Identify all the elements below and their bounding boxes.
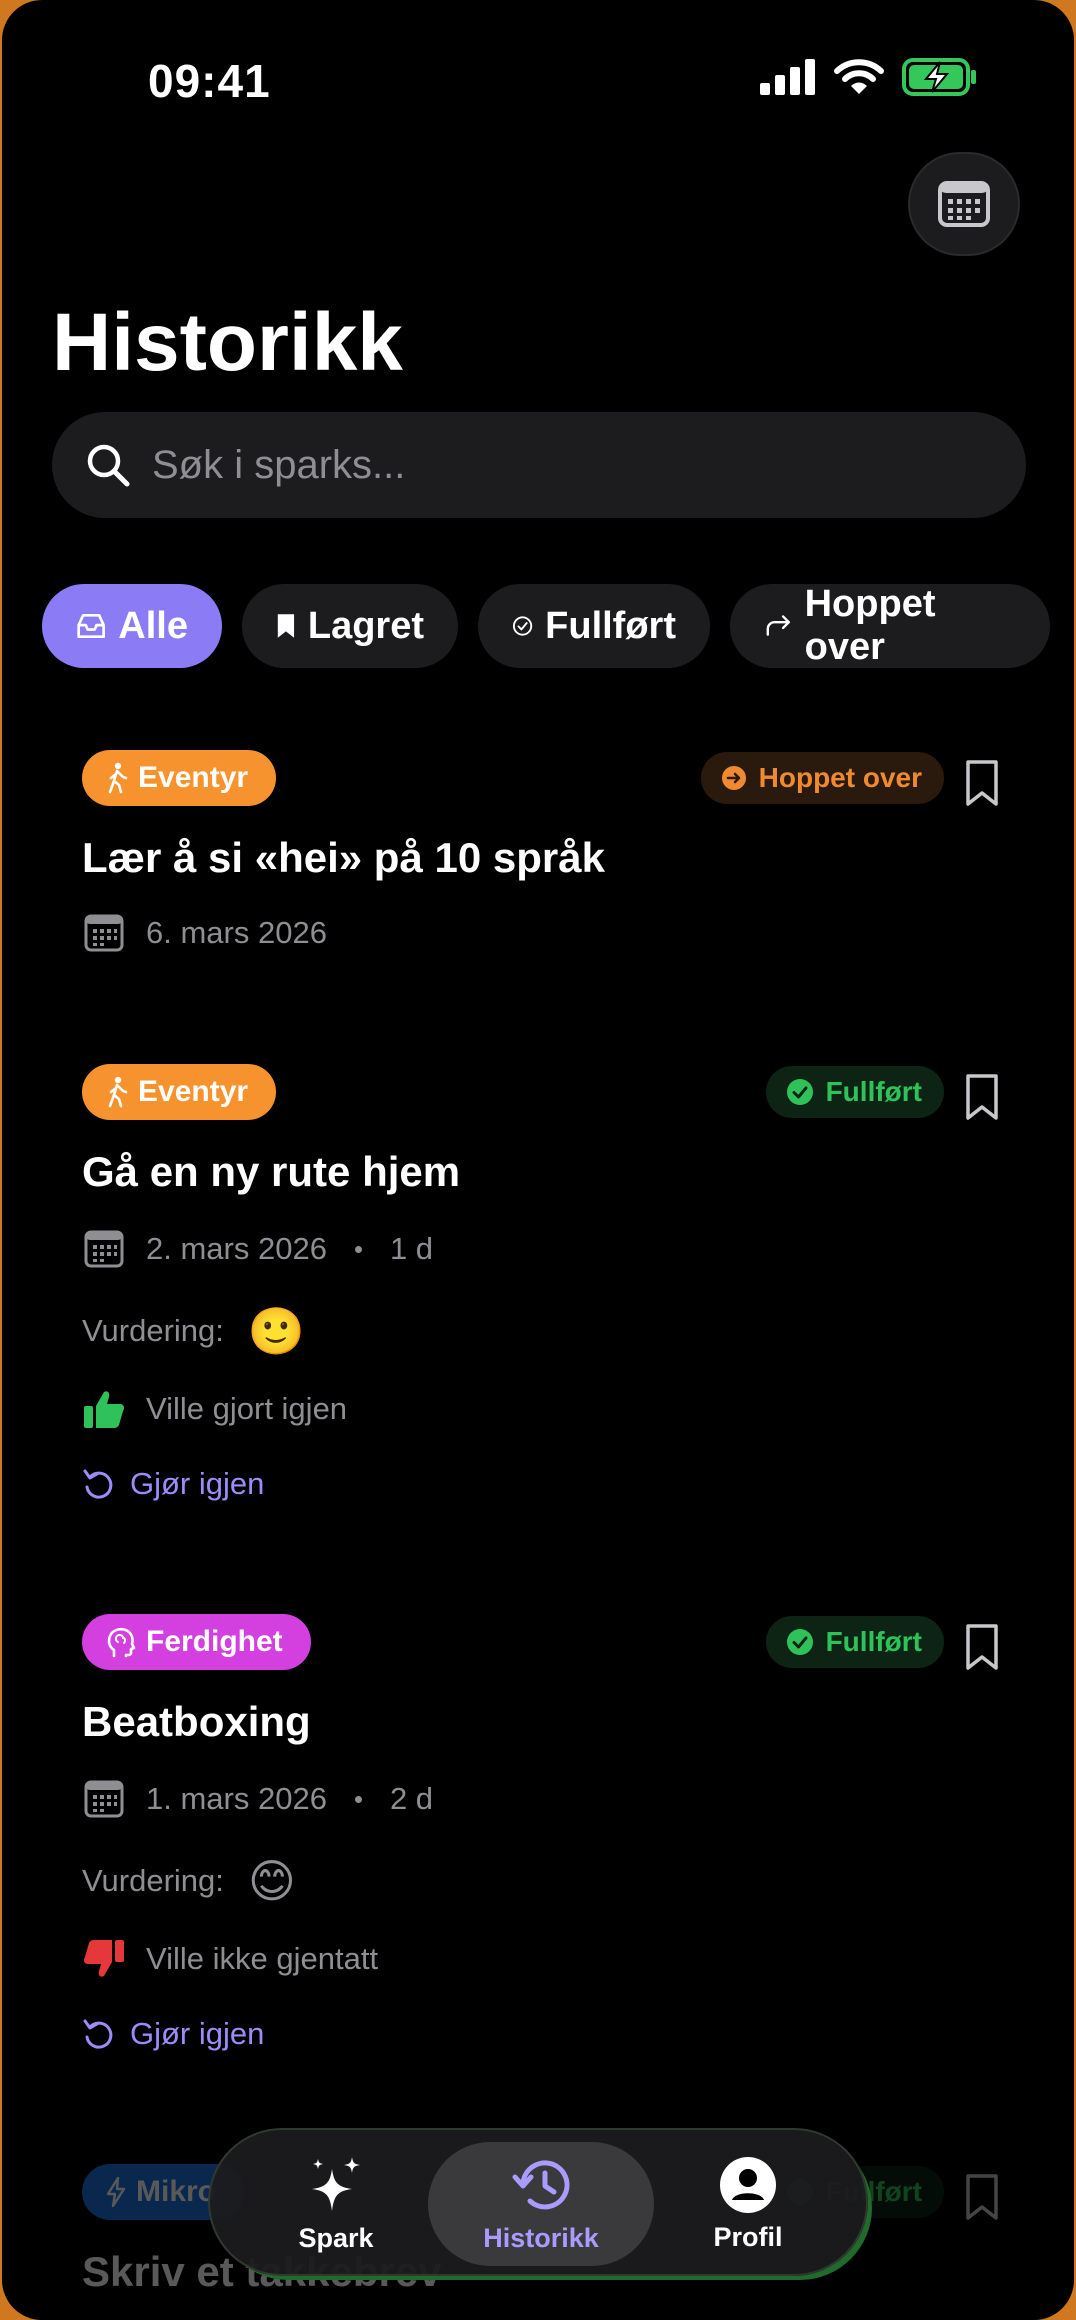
repeat-label: Ville gjort igjen bbox=[146, 1391, 348, 1426]
bookmark-outline-icon[interactable] bbox=[962, 1622, 1002, 1674]
repeat-preference: Ville ikke gjentatt bbox=[82, 1938, 378, 1980]
separator-dot bbox=[354, 1245, 362, 1253]
redo-button[interactable]: Gjør igjen bbox=[82, 1466, 264, 1502]
spark-card[interactable]: Eventyr Fullført Gå en ny rute hjem 2. m… bbox=[82, 1064, 1002, 1524]
category-label: Mikro bbox=[136, 2175, 217, 2208]
filter-chips: Alle Lagret Fullført Hoppet over bbox=[42, 583, 1050, 668]
person-circle-icon bbox=[720, 2156, 776, 2213]
card-date: 1. mars 2026 bbox=[146, 1781, 327, 1816]
filter-skipped[interactable]: Hoppet over bbox=[730, 583, 1050, 668]
filter-all[interactable]: Alle bbox=[42, 584, 222, 668]
bookmark-outline-icon[interactable] bbox=[962, 1072, 1002, 1124]
check-circle-icon bbox=[512, 616, 533, 636]
rating-label: Vurdering: bbox=[82, 1313, 224, 1348]
status-icons bbox=[760, 58, 978, 96]
battery-charging-icon bbox=[902, 58, 976, 96]
category-label: Eventyr bbox=[138, 761, 249, 794]
tab-history-label: Historikk bbox=[483, 2222, 599, 2253]
category-badge: Eventyr bbox=[82, 750, 277, 806]
search-input[interactable] bbox=[152, 442, 972, 488]
redo-label: Gjør igjen bbox=[130, 1466, 265, 1501]
status-badge: Fullført bbox=[765, 1066, 944, 1118]
separator-dot bbox=[354, 1795, 362, 1803]
walking-person-icon bbox=[108, 1076, 128, 1108]
calendar-icon bbox=[84, 914, 124, 952]
filter-completed-label: Fullført bbox=[545, 604, 676, 647]
category-badge: Ferdighet bbox=[82, 1614, 311, 1670]
filter-saved[interactable]: Lagret bbox=[242, 584, 458, 668]
repeat-preference: Ville gjort igjen bbox=[82, 1388, 347, 1430]
bookmark-outline-icon[interactable] bbox=[962, 2172, 1002, 2224]
search-bar[interactable] bbox=[52, 412, 1026, 518]
check-circle-icon bbox=[786, 1629, 813, 1655]
status-label: Hoppet over bbox=[758, 762, 922, 793]
cellular-signal-icon bbox=[760, 59, 815, 95]
walking-person-icon bbox=[108, 762, 128, 794]
app-screen: 09:41 Historikk Søk i sparks... Alle Lag… bbox=[2, 0, 1074, 2320]
rating-label: Vurdering: bbox=[82, 1863, 224, 1898]
spark-card[interactable]: Eventyr Hoppet over Lær å si «hei» på 10… bbox=[82, 750, 1002, 980]
calendar-icon bbox=[938, 181, 990, 227]
card-title: Beatboxing bbox=[82, 1698, 311, 1745]
rating-row: Vurdering: 🙂 bbox=[82, 1308, 305, 1354]
card-date: 2. mars 2026 bbox=[146, 1231, 327, 1266]
category-badge: Eventyr bbox=[82, 1064, 277, 1120]
skip-circle-icon bbox=[721, 766, 746, 790]
filter-completed[interactable]: Fullført bbox=[478, 584, 710, 668]
calendar-button[interactable] bbox=[908, 152, 1020, 256]
tab-history[interactable]: Historikk bbox=[428, 2142, 654, 2266]
status-time: 09:41 bbox=[148, 55, 271, 107]
rating-emoji: 🙂 bbox=[247, 1305, 306, 1357]
filter-all-label: Alle bbox=[118, 604, 188, 647]
calendar-icon bbox=[84, 1230, 124, 1268]
history-icon bbox=[512, 2159, 570, 2209]
wifi-icon bbox=[834, 59, 884, 94]
thumbs-down-icon bbox=[84, 1940, 124, 1977]
tab-bar: Spark Historikk Profil bbox=[208, 2128, 868, 2276]
tray-icon bbox=[77, 613, 105, 639]
status-badge: Fullført bbox=[765, 1616, 944, 1668]
search-icon bbox=[87, 444, 130, 487]
card-meta: 2. mars 2026 1 d bbox=[84, 1230, 433, 1268]
tab-spark[interactable]: Spark bbox=[246, 2142, 426, 2266]
spark-card[interactable]: Ferdighet Fullført Beatboxing 1. mars 20… bbox=[82, 1614, 1002, 2074]
calendar-icon bbox=[84, 1780, 124, 1818]
page-title: Historikk bbox=[52, 297, 403, 388]
card-date: 6. mars 2026 bbox=[146, 915, 327, 950]
redo-button[interactable]: Gjør igjen bbox=[82, 2016, 264, 2052]
check-circle-icon bbox=[786, 1079, 813, 1105]
bookmark-icon bbox=[277, 614, 295, 638]
tab-spark-label: Spark bbox=[298, 2222, 374, 2253]
redo-arrow-icon bbox=[83, 1469, 113, 1499]
redo-label: Gjør igjen bbox=[130, 2016, 265, 2051]
rating-emoji: 😊 bbox=[247, 1855, 296, 1907]
status-badge: Hoppet over bbox=[700, 752, 944, 804]
card-title: Gå en ny rute hjem bbox=[82, 1148, 461, 1195]
redo-arrow-icon bbox=[83, 2019, 113, 2049]
card-meta: 6. mars 2026 bbox=[84, 914, 327, 952]
bolt-icon bbox=[106, 2177, 126, 2207]
tab-profile[interactable]: Profil bbox=[658, 2142, 838, 2266]
status-label: Fullført bbox=[825, 1626, 922, 1657]
skip-arrow-icon bbox=[766, 615, 790, 636]
sparkles-icon bbox=[312, 2156, 360, 2211]
bookmark-outline-icon[interactable] bbox=[962, 758, 1002, 810]
filter-saved-label: Lagret bbox=[307, 604, 424, 647]
status-bar: 09:41 bbox=[2, 48, 1074, 108]
card-meta: 1. mars 2026 2 d bbox=[84, 1780, 433, 1818]
card-title: Lær å si «hei» på 10 språk bbox=[82, 834, 605, 881]
rating-row: Vurdering: 😊 bbox=[82, 1858, 296, 1904]
category-label: Eventyr bbox=[138, 1075, 249, 1108]
tab-profile-label: Profil bbox=[713, 2221, 783, 2252]
filter-skipped-label: Hoppet over bbox=[804, 583, 936, 668]
repeat-label: Ville ikke gjentatt bbox=[146, 1941, 379, 1976]
card-duration: 1 d bbox=[389, 1231, 434, 1266]
status-label: Fullført bbox=[825, 1076, 922, 1107]
category-label: Ferdighet bbox=[146, 1625, 283, 1658]
thumbs-up-icon bbox=[84, 1391, 124, 1428]
brain-head-icon bbox=[107, 1627, 136, 1658]
card-duration: 2 d bbox=[389, 1781, 434, 1816]
